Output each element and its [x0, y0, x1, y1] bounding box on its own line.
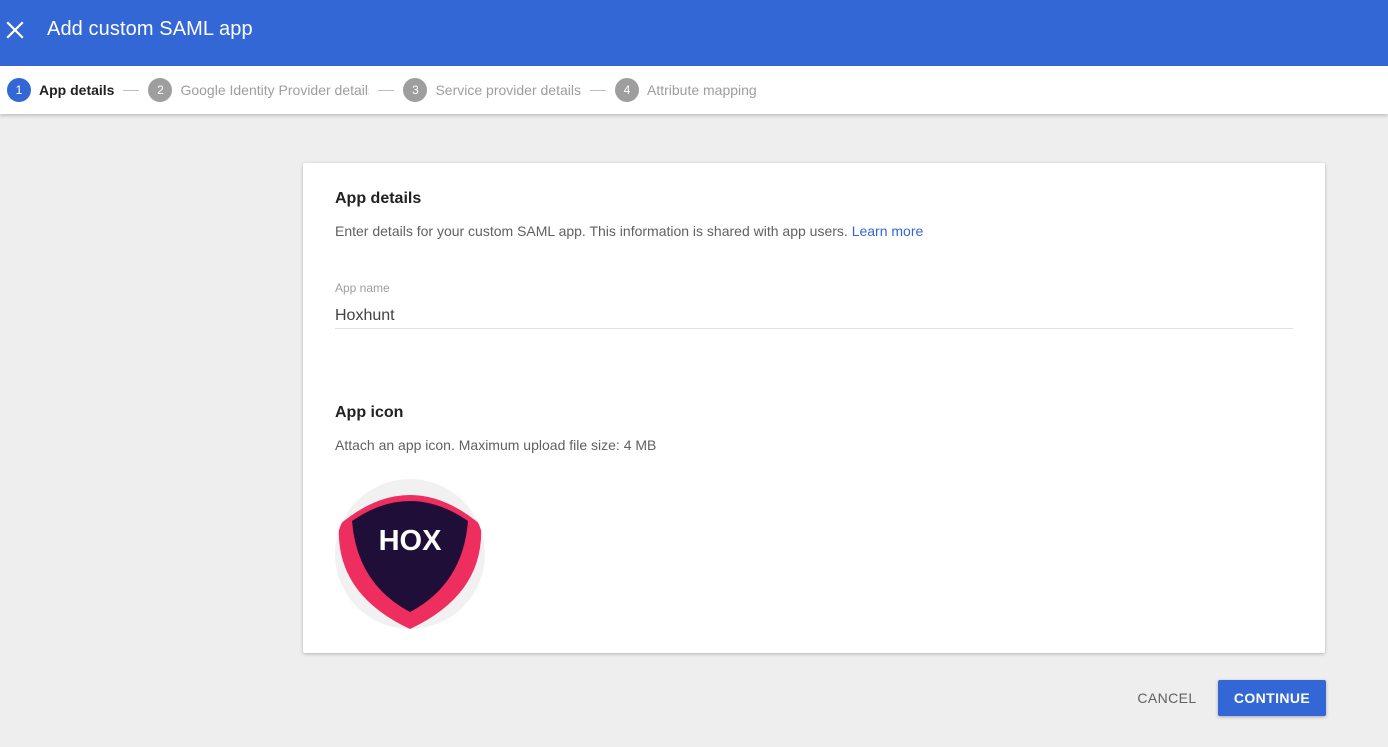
continue-button[interactable]: CONTINUE [1218, 680, 1326, 716]
app-icon-description: Attach an app icon. Maximum upload file … [335, 437, 657, 453]
step-google-idp-details[interactable]: 2 Google Identity Provider details [148, 78, 369, 102]
hoxhunt-logo-icon: HOX [338, 495, 482, 629]
close-button[interactable] [4, 19, 26, 41]
step-number: 1 [7, 78, 31, 102]
step-separator [123, 89, 140, 91]
step-service-provider-details[interactable]: 3 Service provider details [403, 78, 581, 102]
step-app-details[interactable]: 1 App details [7, 78, 114, 102]
step-separator [378, 89, 395, 91]
step-separator [589, 89, 606, 91]
app-details-card: App details Enter details for your custo… [303, 163, 1325, 653]
learn-more-link[interactable]: Learn more [852, 223, 924, 239]
app-name-input[interactable] [335, 303, 1293, 329]
app-details-description: Enter details for your custom SAML app. … [335, 223, 923, 239]
cancel-button[interactable]: CANCEL [1126, 680, 1208, 716]
top-app-bar: Add custom SAML app [0, 0, 1388, 66]
step-label: Google Identity Provider details [180, 82, 370, 98]
step-number: 2 [148, 78, 173, 102]
app-name-label: App name [335, 281, 390, 295]
app-details-heading: App details [335, 190, 422, 207]
step-label: Attribute mapping [646, 82, 757, 98]
page-title: Add custom SAML app [47, 18, 253, 40]
step-label: Service provider details [435, 82, 581, 98]
step-label: App details [39, 82, 115, 98]
logo-text: HOX [379, 525, 443, 557]
step-number: 4 [614, 78, 639, 102]
app-details-description-text: Enter details for your custom SAML app. … [335, 223, 848, 239]
step-attribute-mapping[interactable]: 4 Attribute mapping [614, 78, 757, 102]
step-number: 3 [403, 78, 428, 102]
stepper: 1 App details 2 Google Identity Provider… [0, 66, 1388, 114]
app-icon-heading: App icon [335, 404, 404, 421]
close-icon [6, 21, 24, 39]
app-icon-upload[interactable]: HOX [335, 479, 485, 629]
